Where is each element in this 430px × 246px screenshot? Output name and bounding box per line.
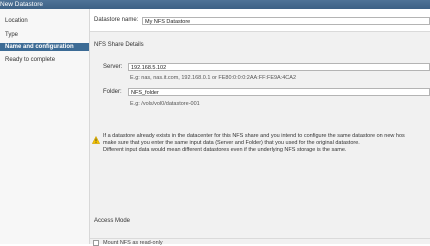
datastore-name-input[interactable]: My NFS Datastore <box>142 17 430 25</box>
window-title: New Datastore <box>0 1 43 8</box>
folder-label: Folder: <box>103 89 122 95</box>
access-mode-title: Access Mode <box>94 218 131 224</box>
wizard-content: Datastore name: My NFS Datastore NFS Sha… <box>90 9 430 246</box>
step-name-and-configuration[interactable]: Name and configuration <box>0 43 89 51</box>
nfs-share-details-title: NFS Share Details <box>94 42 144 48</box>
step-label: Type <box>5 32 19 38</box>
server-hint: E.g: nas, nas.it.com, 192.168.0.1 or FE8… <box>130 75 297 81</box>
window-titlebar: New Datastore <box>0 0 430 9</box>
datastore-name-label: Datastore name: <box>94 17 139 23</box>
datastore-name-panel: Datastore name: My NFS Datastore <box>90 9 430 32</box>
warning-line: If a datastore already exists in the dat… <box>103 133 405 139</box>
divider <box>90 238 430 239</box>
warning-line: Different input data would mean differen… <box>103 147 347 153</box>
step-label: Name and configuration <box>5 44 74 50</box>
wizard-steps-sidebar: Location Type Name and configuration Rea… <box>0 9 90 244</box>
folder-input[interactable]: NFS_folder <box>128 88 430 96</box>
warning-icon <box>92 136 100 144</box>
step-location[interactable]: Location <box>0 17 89 25</box>
mount-readonly-checkbox[interactable] <box>93 240 99 246</box>
nfs-warning-message: If a datastore already exists in the dat… <box>103 133 405 154</box>
step-type[interactable]: Type <box>0 31 89 39</box>
step-ready-to-complete[interactable]: Ready to complete <box>0 56 89 64</box>
server-input[interactable]: 192.168.5.102 <box>128 63 430 71</box>
server-label: Server: <box>103 64 123 70</box>
step-label: Location <box>5 18 28 24</box>
folder-hint: E.g: /vols/vol0/datastore-001 <box>130 101 200 107</box>
step-label: Ready to complete <box>5 57 56 63</box>
warning-line: make sure that you enter the same input … <box>103 140 360 146</box>
mount-readonly-label[interactable]: Mount NFS as read-only <box>103 240 163 246</box>
